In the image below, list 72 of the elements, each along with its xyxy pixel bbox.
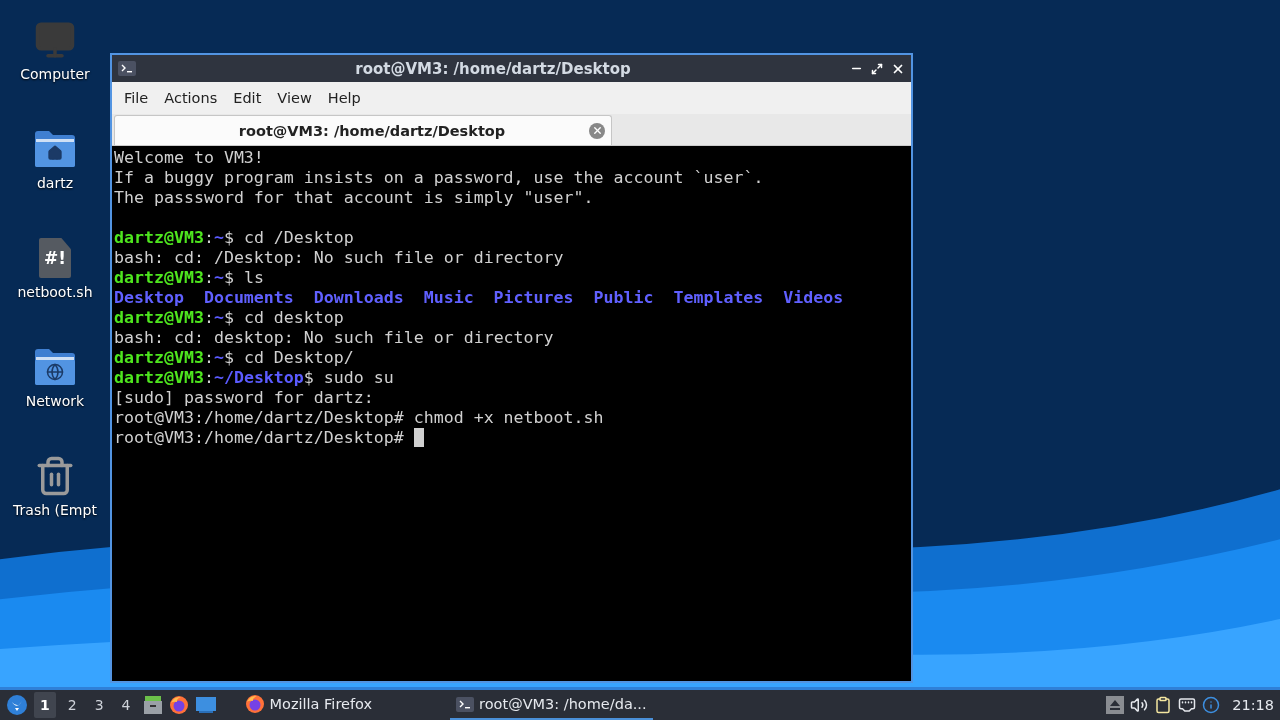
prompt-path: ~ xyxy=(213,228,224,248)
terminal-text: $ cd desktop xyxy=(223,308,344,328)
directory-name: Downloads xyxy=(313,288,404,308)
prompt-user: dartz@VM3 xyxy=(114,348,204,368)
terminal-text: $ sudo su xyxy=(303,368,394,388)
maximize-icon[interactable] xyxy=(871,62,883,75)
prompt-path: ~/Desktop xyxy=(213,368,304,388)
file-cabinet-icon[interactable] xyxy=(142,695,163,715)
terminal-text: root@VM3:/home/dartz/Desktop# xyxy=(114,428,404,448)
workspace-button[interactable]: 2 xyxy=(61,692,83,718)
notification-icon[interactable] xyxy=(1202,696,1221,714)
prompt-user: dartz@VM3 xyxy=(114,368,204,388)
terminal-text: : xyxy=(203,268,214,288)
menu-item[interactable]: Actions xyxy=(156,90,226,106)
terminal-text: bash: cd: /Desktop: No such file or directory xyxy=(114,248,564,268)
directory-name: Public xyxy=(593,288,654,308)
directory-name: Desktop xyxy=(114,288,184,308)
terminal-text: The passsword for that account is simply "user". xyxy=(114,188,594,208)
workspace-button[interactable]: 1 xyxy=(34,692,56,718)
directory-name: Videos xyxy=(783,288,844,308)
prompt-user: dartz@VM3 xyxy=(114,308,204,328)
terminal-text: : xyxy=(203,228,214,248)
prompt-user: dartz@VM3 xyxy=(114,268,204,288)
terminal-text: $ ls xyxy=(223,268,264,288)
show-desktop-icon[interactable] xyxy=(194,696,217,714)
prompt-user: dartz@VM3 xyxy=(114,228,204,248)
folder-icon xyxy=(34,130,76,168)
taskbar-task[interactable]: root@VM3: /home/da... xyxy=(450,690,653,720)
workspace-button[interactable]: 4 xyxy=(115,692,137,718)
terminal-text: [sudo] password for dartz: xyxy=(114,388,374,408)
folder-icon xyxy=(34,348,76,386)
clock[interactable]: 21:18 xyxy=(1232,697,1274,713)
firefox-icon[interactable] xyxy=(168,695,189,715)
directory-name: Pictures xyxy=(493,288,574,308)
firefox-icon[interactable] xyxy=(244,694,265,714)
terminal-text: $ cd /Desktop xyxy=(223,228,354,248)
terminal-icon xyxy=(456,696,475,712)
prompt-path: ~ xyxy=(213,268,224,288)
terminal-tab[interactable]: root@VM3: /home/dartz/Desktop xyxy=(114,115,612,145)
desktop-icon-label[interactable]: Trash (Empt xyxy=(13,502,97,518)
volume-icon[interactable] xyxy=(1130,696,1149,714)
terminal-text: : xyxy=(203,348,214,368)
workspace-button[interactable]: 3 xyxy=(88,692,110,718)
menu-item[interactable]: Help xyxy=(319,90,369,106)
close-tab-icon[interactable] xyxy=(589,122,605,139)
terminal-icon xyxy=(118,61,136,76)
terminal-text: root@VM3:/home/dartz/Desktop# chmod +x netboot.sh xyxy=(114,408,604,428)
start-menu-icon[interactable] xyxy=(6,694,28,716)
network-icon[interactable] xyxy=(1178,696,1197,714)
menu-item[interactable]: File xyxy=(116,90,157,106)
directory-name: Documents xyxy=(203,288,294,308)
terminal-text: Welcome to VM3! xyxy=(114,148,264,168)
desktop-icon-label[interactable]: netboot.sh xyxy=(17,284,93,300)
terminal-text: If a buggy program insists on a password, use the account `user`. xyxy=(114,168,764,188)
directory-name: Templates xyxy=(673,288,764,308)
desktop-icon-label[interactable]: dartz xyxy=(36,175,74,191)
terminal-text: : xyxy=(203,308,214,328)
desktop-icon-label[interactable]: Network xyxy=(25,393,85,409)
clipboard-icon[interactable] xyxy=(1154,696,1173,714)
terminal-text: $ cd Desktop/ xyxy=(223,348,354,368)
terminal-text: bash: cd: desktop: No such file or directory xyxy=(114,328,554,348)
directory-name: Music xyxy=(423,288,474,308)
terminal-text: : xyxy=(203,368,214,388)
desktop-icon-label[interactable]: Computer xyxy=(20,66,90,82)
window-title: root@VM3: /home/dartz/Desktop xyxy=(354,59,632,78)
script-glyph: #! xyxy=(44,248,66,268)
taskbar-task[interactable]: Mozilla Firefox xyxy=(238,690,379,720)
eject-icon[interactable] xyxy=(1106,696,1125,714)
prompt-path: ~ xyxy=(213,308,224,328)
menu-item[interactable]: Edit xyxy=(225,90,270,106)
prompt-path: ~ xyxy=(213,348,224,368)
menu-item[interactable]: View xyxy=(269,90,320,106)
